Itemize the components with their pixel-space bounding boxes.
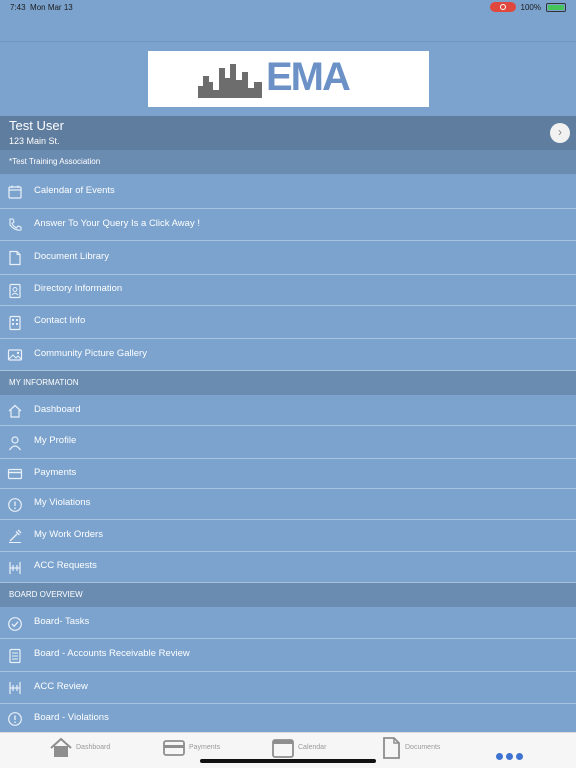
menu-item-label: Dashboard [34,403,81,415]
calendar-icon [272,739,294,758]
menu-item-label: Document Library [34,250,109,262]
menu-item-board-accounts-receivable-review[interactable]: Board - Accounts Receivable Review [0,639,576,672]
user-address: 123 Main St. [9,136,60,146]
menu-item-dashboard[interactable]: Dashboard [0,396,576,426]
picture-icon [7,347,23,363]
alert-icon [7,497,23,513]
tab-label: Payments [189,744,221,751]
menu-item-label: Calendar of Events [34,184,115,196]
association-logo: EMA [148,51,429,107]
menu-item-label: My Profile [34,435,77,446]
menu-item-label: My Violations [34,497,91,508]
user-profile-row[interactable]: Test User 123 Main St. › [0,116,576,150]
menu-item-board-violations[interactable]: Board - Violations [0,704,576,734]
menu-item-answer-to-your-query-is-a-click-away[interactable]: Answer To Your Query Is a Click Away ! [0,209,576,241]
status-time: 7:43 Mon Mar 13 [10,3,73,12]
person-icon [7,435,23,451]
home-indicator [200,759,376,763]
battery-icon [546,2,566,12]
menu-item-label: Answer To Your Query Is a Click Away ! [34,217,200,229]
skyline-icon [198,64,262,98]
credit-card-icon [7,466,23,482]
calendar-icon [7,184,23,200]
board-overview-header: BOARD OVERVIEW [0,583,576,607]
status-clock: 7:43 [10,3,26,12]
tab-dashboard[interactable]: Dashboard [50,735,126,767]
association-header: *Test Training Association [0,150,576,174]
menu-item-label: Board - Accounts Receivable Review [34,648,190,659]
battery-percent: 100% [520,2,541,12]
ledger-icon [7,648,23,664]
contact-card-icon [7,283,23,299]
menu-item-label: Board- Tasks [34,616,90,627]
menu-item-label: Community Picture Gallery [34,347,147,359]
menu-item-directory-information[interactable]: Directory Information [0,275,576,306]
menu-item-label: Contact Info [34,315,86,326]
phone-icon [7,217,23,233]
menu-item-label: ACC Review [34,680,88,692]
document-icon [383,737,400,759]
home-icon [7,403,23,419]
status-indicators: 100% [489,2,566,12]
user-name: Test User [9,118,64,133]
screen-recording-icon [489,2,516,12]
menu-item-label: Payments [34,466,77,478]
menu-item-contact-info[interactable]: Contact Info [0,306,576,339]
tab-documents[interactable]: Documents [381,735,455,767]
home-icon [50,737,72,757]
menu-item-label: ACC Requests [34,560,97,571]
checkmark-icon [7,616,23,632]
menu-item-acc-review[interactable]: ACC Review [0,672,576,704]
menu-item-my-work-orders[interactable]: My Work Orders [0,520,576,552]
tab-label: Calendar [298,744,327,751]
menu-item-label: My Work Orders [34,528,103,540]
logo-text: EMA [266,55,351,99]
menu-item-my-violations[interactable]: My Violations [0,489,576,520]
status-bar: 7:43 Mon Mar 13 100% [0,0,576,14]
building-icon [7,315,23,331]
menu-item-my-profile[interactable]: My Profile [0,426,576,459]
menu-item-community-picture-gallery[interactable]: Community Picture Gallery [0,339,576,371]
tab-label: Dashboard [76,744,111,751]
menu-item-calendar-of-events[interactable]: Calendar of Events [0,175,576,209]
architecture-icon [7,680,23,696]
menu-item-document-library[interactable]: Document Library [0,241,576,275]
credit-card-icon [163,740,185,756]
status-date: Mon Mar 13 [30,3,73,12]
tab-label: Documents [405,744,441,751]
menu-item-board-tasks[interactable]: Board- Tasks [0,608,576,639]
menu-item-acc-requests[interactable]: ACC Requests [0,552,576,583]
menu-item-payments[interactable]: Payments [0,459,576,489]
alert-icon [7,711,23,727]
menu-item-label: Directory Information [34,283,123,294]
more-icon[interactable] [496,753,523,760]
my-information-header: MY INFORMATION [0,371,576,395]
document-icon [7,250,23,266]
chevron-right-icon[interactable]: › [550,123,570,143]
menu-item-label: Board - Violations [34,711,109,723]
tools-icon [7,528,23,544]
architecture-icon [7,560,23,576]
